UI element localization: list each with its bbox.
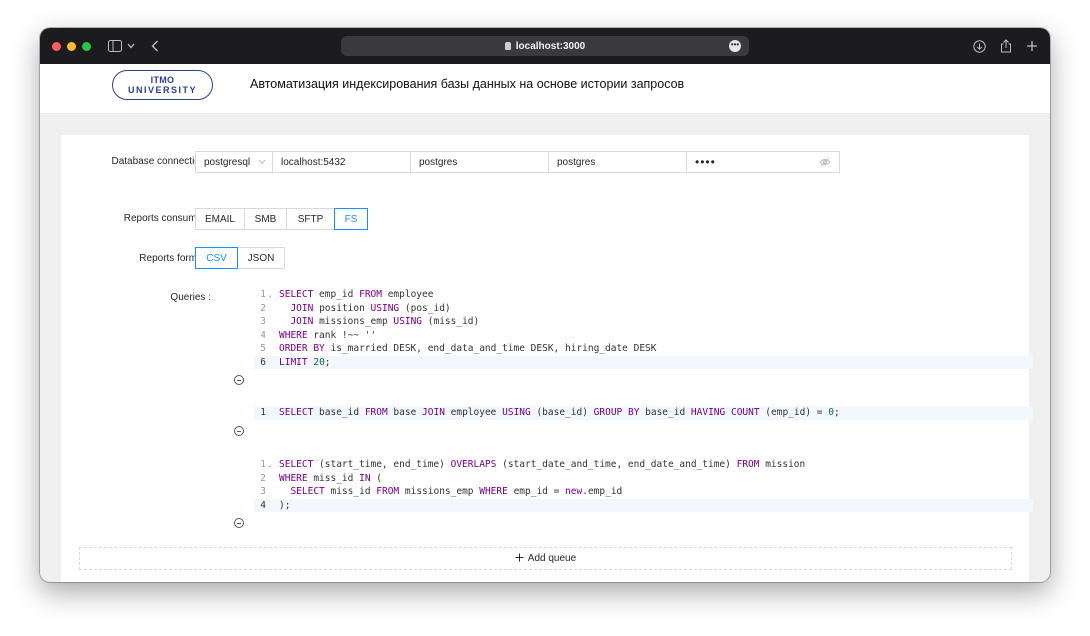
code-line: SELECT (start_time, end_time) OVERLAPS (… bbox=[279, 459, 806, 470]
queries-label: Queries : bbox=[170, 292, 211, 303]
new-tab-icon[interactable] bbox=[1026, 38, 1038, 54]
download-icon[interactable] bbox=[973, 38, 986, 54]
minimize-window-button[interactable] bbox=[67, 42, 76, 51]
plus-icon bbox=[515, 553, 524, 565]
sidebar-toggle-icon[interactable] bbox=[108, 38, 122, 54]
code-line: WHERE rank !~~ '' bbox=[279, 329, 377, 341]
remove-query-icon[interactable] bbox=[234, 426, 244, 436]
fold-icon[interactable]: ⌄ bbox=[268, 459, 272, 473]
itmo-logo: ITMO UNIVERSITY bbox=[112, 70, 213, 100]
code-line: SELECT emp_id FROM employee bbox=[279, 289, 434, 300]
driver-select[interactable]: postgresql bbox=[195, 151, 273, 173]
format-json-option[interactable]: JSON bbox=[237, 247, 285, 269]
code-line: ORDER BY is_married DESK, end_data_and_t… bbox=[279, 343, 657, 354]
share-icon[interactable] bbox=[1000, 38, 1012, 54]
back-icon[interactable] bbox=[151, 38, 159, 54]
close-window-button[interactable] bbox=[52, 42, 61, 51]
code-line: WHERE miss_id IN ( bbox=[279, 472, 382, 484]
host-input[interactable]: localhost:5432 bbox=[272, 151, 411, 173]
browser-window: localhost:3000 ••• ITMO UNIVERSITY Автом… bbox=[40, 28, 1050, 582]
consumer-sftp-option[interactable]: SFTP bbox=[286, 208, 335, 230]
remove-query-icon[interactable] bbox=[234, 375, 244, 385]
code-line: ); bbox=[279, 499, 291, 511]
browser-titlebar: localhost:3000 ••• bbox=[40, 28, 1050, 64]
add-queue-button[interactable]: Add queue bbox=[79, 547, 1012, 570]
app-header: ITMO UNIVERSITY Автоматизация индексиров… bbox=[40, 64, 1050, 114]
format-csv-option[interactable]: CSV bbox=[195, 247, 238, 269]
chevron-down-icon[interactable] bbox=[127, 38, 135, 54]
consumer-smb-option[interactable]: SMB bbox=[244, 208, 287, 230]
lock-icon bbox=[504, 42, 511, 50]
format-label: Reports format : bbox=[139, 253, 211, 264]
chevron-down-icon bbox=[258, 158, 266, 167]
settings-card: Database connection : postgresql localho… bbox=[61, 135, 1033, 582]
code-line: SELECT miss_id FROM missions_emp WHERE e… bbox=[290, 486, 623, 497]
query-editor[interactable]: 1 ⌄ SELECT emp_id FROM employee 2 JOIN pos… bbox=[254, 288, 1033, 369]
fold-icon[interactable]: ⌄ bbox=[268, 289, 272, 303]
code-line: SELECT base_id FROM base JOIN employee U… bbox=[279, 407, 840, 418]
code-line: JOIN position USING (pos_id) bbox=[290, 302, 451, 314]
eye-invisible-icon[interactable] bbox=[819, 157, 831, 170]
address-bar[interactable]: localhost:3000 ••• bbox=[341, 36, 749, 56]
user-input[interactable]: postgres bbox=[410, 151, 549, 173]
page-title: Автоматизация индексирования базы данных… bbox=[250, 77, 685, 91]
consumer-email-option[interactable]: EMAIL bbox=[195, 208, 245, 230]
zoom-window-button[interactable] bbox=[82, 42, 91, 51]
query-editor[interactable]: 1 SELECT base_id FROM base JOIN employee … bbox=[254, 406, 1033, 420]
code-line: LIMIT 20; bbox=[279, 356, 331, 368]
code-line: JOIN missions_emp USING (miss_id) bbox=[290, 316, 480, 327]
query-editor[interactable]: 1 ⌄ SELECT (start_time, end_time) OVERLAPS… bbox=[254, 458, 1033, 512]
password-input[interactable]: •••• bbox=[686, 151, 840, 173]
more-icon[interactable]: ••• bbox=[729, 40, 741, 52]
connection-label: Database connection : bbox=[111, 156, 211, 167]
remove-query-icon[interactable] bbox=[234, 518, 244, 528]
database-input[interactable]: postgres bbox=[548, 151, 687, 173]
consumer-label: Reports consumer : bbox=[123, 213, 211, 224]
address-text: localhost:3000 bbox=[515, 40, 586, 52]
consumer-fs-option[interactable]: FS bbox=[334, 208, 368, 230]
